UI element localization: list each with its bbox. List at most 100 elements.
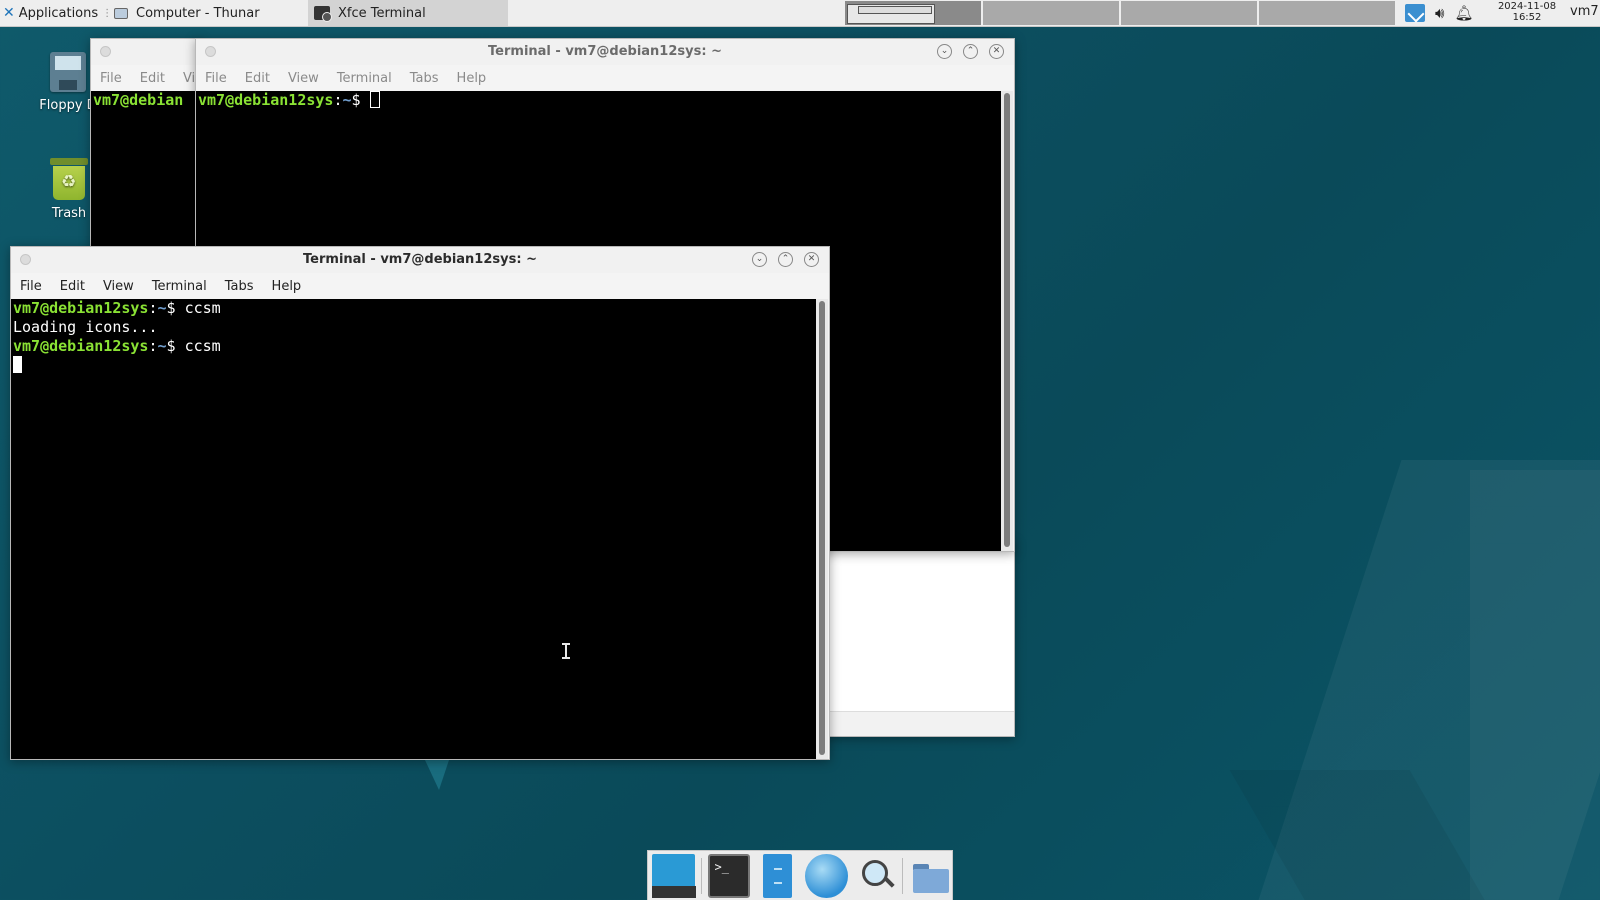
menu-help[interactable]: Help [448,71,496,86]
system-tray: 🔊︎ 🔔︎ [1405,0,1474,26]
trash-icon [50,158,88,200]
maximize-icon[interactable]: ⌃ [778,252,793,267]
prompt-user: vm7@debian12sys [13,299,149,317]
clock-time: 16:52 [1512,12,1542,23]
active-terminal-window[interactable]: Terminal - vm7@debian12sys: ~ ⌄ ⌃ ✕ File… [10,246,830,760]
terminal-output[interactable]: vm7@debian [91,91,203,249]
workspace-3[interactable] [1121,1,1257,25]
command-text: ccsm [184,299,221,317]
terminal-line: vm7@debian12sys:~$ ccsm [13,299,816,318]
text-cursor [13,356,22,373]
window-title: Terminal - vm7@debian12sys: ~ [303,252,537,267]
clock[interactable]: 2024-11-08 16:52 [1492,1,1562,23]
menu-view[interactable]: View [279,71,328,86]
titlebar[interactable]: Terminal - vm7@debian12sys: ~ ⌄ ⌃ ✕ [196,39,1014,65]
terminal-line: vm7@debian12sys:~$ ccsm [13,337,816,356]
menu-edit[interactable]: Edit [131,71,174,86]
prompt-user: vm7@debian [93,91,184,109]
menu-terminal[interactable]: Terminal [328,71,401,86]
window-menu-icon[interactable] [100,46,111,57]
file-manager-launcher-icon[interactable] [763,853,793,898]
command-text: ccsm [184,337,221,355]
prompt-separator: : [148,337,158,355]
prompt-separator: : [333,91,343,109]
minimize-icon[interactable]: ⌄ [752,252,767,267]
workspace-1[interactable] [845,1,981,25]
menubar: File Edit View Terminal Tabs Help [196,65,1014,91]
menubar: File Edit Vi [91,65,201,91]
workspace-2[interactable] [983,1,1119,25]
task-thunar[interactable]: Computer - Thunar [108,0,308,26]
task-label: Xfce Terminal [338,5,426,21]
clock-date: 2024-11-08 [1497,1,1557,12]
show-desktop-icon[interactable] [652,853,696,898]
thunar-statusbar [821,711,1014,736]
dock-separator [700,857,702,894]
menu-terminal[interactable]: Terminal [143,279,216,294]
menu-file[interactable]: File [11,279,51,294]
menu-tabs[interactable]: Tabs [401,71,448,86]
network-icon[interactable] [1405,4,1425,22]
menu-file[interactable]: File [91,71,131,86]
titlebar[interactable]: Terminal - vm7@debian12sys: ~ ⌄ ⌃ ✕ [11,247,829,273]
thunar-window-body[interactable] [820,540,1015,737]
close-icon[interactable]: ✕ [804,252,819,267]
wallpaper-shape [425,760,449,790]
computer-icon [114,7,128,19]
prompt-dir: ~ [157,299,167,317]
terminal-line [13,356,816,375]
prompt-dir: ~ [157,337,167,355]
scrollbar[interactable] [1001,91,1013,551]
dock-separator [902,857,904,894]
applications-label: Applications [18,5,99,21]
xfce-logo-icon [3,6,15,20]
top-panel: Applications ⋮ Computer - Thunar Xfce Te… [0,0,1600,27]
background-terminal-window-left[interactable]: File Edit Vi vm7@debian [90,38,203,250]
menu-view[interactable]: View [94,279,143,294]
wallpaper-shape [1470,470,1600,900]
workspace-window-preview [858,6,932,14]
text-cursor [369,91,380,108]
task-xfce-terminal[interactable]: Xfce Terminal [308,0,508,26]
prompt-separator: : [148,299,158,317]
volume-icon[interactable]: 🔊︎ [1435,4,1444,22]
scrollbar-thumb[interactable] [819,301,825,755]
prompt-symbol: $ [166,299,185,317]
window-title: Terminal - vm7@debian12sys: ~ [488,44,722,59]
notification-bell-icon[interactable]: 🔔︎ [1454,4,1473,22]
prompt-user: vm7@debian12sys [13,337,149,355]
terminal-output[interactable]: vm7@debian12sys:~$ ccsm Loading icons... v… [11,299,816,759]
terminal-launcher-icon[interactable] [707,853,751,898]
user-menu[interactable]: vm7 [1570,4,1599,19]
bottom-dock [647,850,953,900]
menubar: File Edit View Terminal Tabs Help [11,273,829,299]
mouse-ibeam-cursor-icon [562,643,570,659]
app-finder-search-icon[interactable] [854,854,897,898]
applications-menu-button[interactable]: Applications ⋮ [0,0,112,26]
output-text: Loading icons... [13,318,158,336]
floppy-icon [50,52,86,92]
maximize-icon[interactable]: ⌃ [963,44,978,59]
workspace-window-preview [847,4,935,24]
scrollbar-thumb[interactable] [1004,93,1010,547]
terminal-icon [314,6,332,22]
close-icon[interactable]: ✕ [989,44,1004,59]
titlebar[interactable] [91,39,201,65]
terminal-line: Loading icons... [13,318,816,337]
prompt-symbol: $ [166,337,185,355]
workspace-switcher [845,1,1600,25]
prompt-symbol: $ [351,91,370,109]
prompt-dir: ~ [342,91,352,109]
prompt-user: vm7@debian12sys [198,91,334,109]
menu-help[interactable]: Help [263,279,311,294]
folder-launcher-icon[interactable] [909,854,952,898]
task-label: Computer - Thunar [136,5,260,21]
workspace-4[interactable] [1259,1,1395,25]
minimize-icon[interactable]: ⌄ [937,44,952,59]
menu-file[interactable]: File [196,71,236,86]
scrollbar[interactable] [816,299,828,759]
menu-tabs[interactable]: Tabs [216,279,263,294]
menu-edit[interactable]: Edit [236,71,279,86]
web-browser-launcher-icon[interactable] [805,853,848,898]
menu-edit[interactable]: Edit [51,279,94,294]
